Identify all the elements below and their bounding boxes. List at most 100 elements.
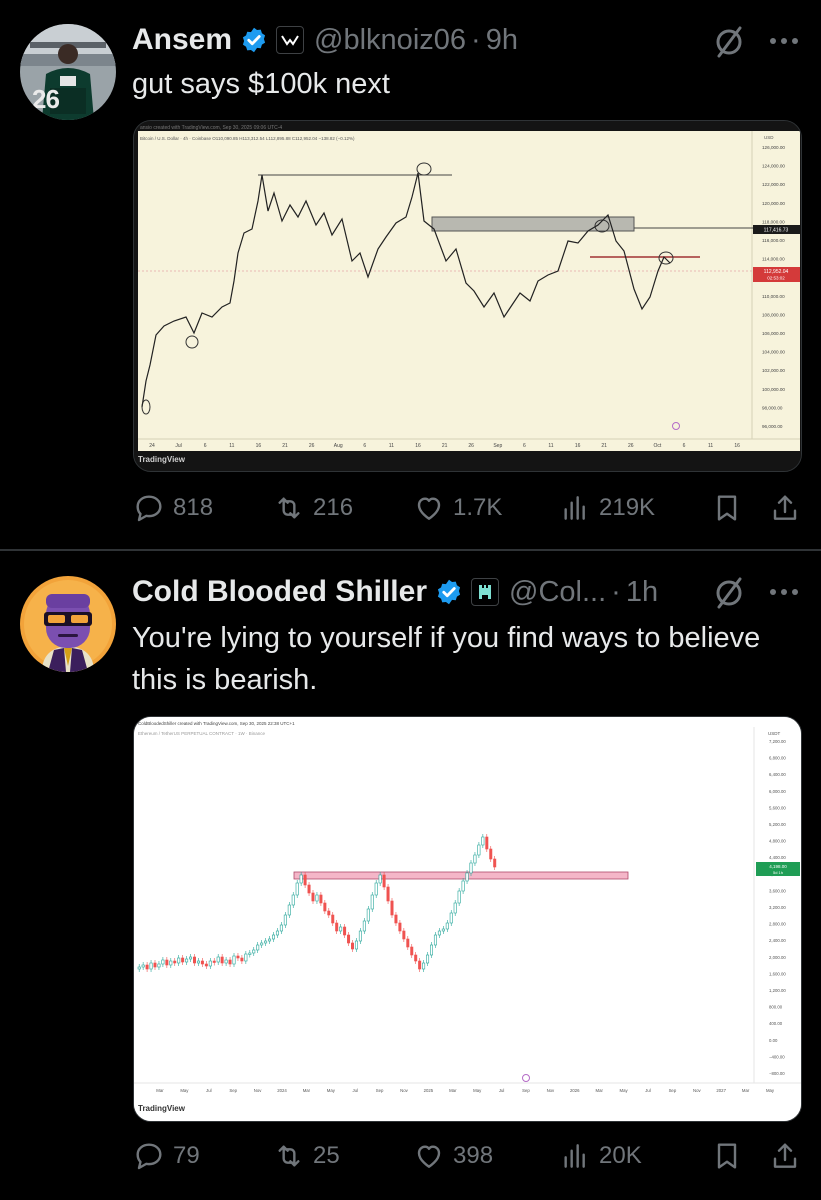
views-button[interactable]: 20K	[559, 1134, 642, 1178]
like-count: 1.7K	[453, 494, 503, 521]
price-tick-label: 104,000.00	[762, 350, 785, 355]
time-tick-label: 16	[575, 443, 581, 449]
author-name[interactable]: Cold Blooded Shiller	[132, 575, 427, 609]
author-name[interactable]: Ansem	[132, 23, 232, 57]
candle-body	[382, 874, 386, 888]
bookmark-button[interactable]	[711, 1134, 743, 1178]
author-handle[interactable]: @Col...	[509, 576, 606, 609]
price-tick-label: 800.00	[769, 1005, 783, 1010]
like-count: 398	[453, 1142, 494, 1169]
candle-body	[429, 944, 433, 956]
time-tick-label: May	[180, 1088, 189, 1093]
chart-image-eth[interactable]: ColdBloodedShiller created with TradingV…	[133, 716, 802, 1122]
retweet-button[interactable]: 25	[273, 1134, 340, 1178]
price-tag-current-countdown: 02:53:02	[767, 276, 785, 281]
heart-icon	[417, 1145, 441, 1168]
time-tick-label: 6	[363, 443, 366, 449]
price-tick-label: 5,600.00	[769, 805, 786, 810]
price-tick-label: 120,000.00	[762, 201, 785, 206]
avatar-ansem[interactable]: 26	[20, 24, 116, 120]
affiliate-badge[interactable]	[276, 26, 305, 54]
views-button[interactable]: 219K	[559, 486, 655, 530]
candle-body	[445, 922, 449, 930]
candle-body	[351, 942, 355, 950]
time-tick-label: Sep	[229, 1088, 237, 1093]
tweet-ansem[interactable]: 26 Ansem @blknoiz06 · 9h gut says $100k …	[0, 0, 821, 550]
avatar-cold-blooded-shiller[interactable]	[20, 576, 116, 672]
retweet-button[interactable]: 216	[273, 486, 353, 530]
retweet-arrows-icon	[278, 1145, 300, 1167]
time-tick-label: Oct	[654, 443, 662, 449]
price-tick-label: 2,400.00	[769, 938, 786, 943]
candle-body	[331, 914, 335, 924]
time-tick-label: Jul	[175, 443, 181, 449]
price-tick-label: 2,800.00	[769, 922, 786, 927]
like-button[interactable]: 1.7K	[413, 486, 502, 530]
candle-body	[287, 904, 291, 916]
post-time[interactable]: 9h	[486, 24, 518, 57]
share-button[interactable]	[769, 486, 801, 530]
tweet-text: You're lying to yourself if you find way…	[132, 622, 761, 696]
post-time[interactable]: 1h	[626, 576, 658, 609]
candle-body	[358, 930, 362, 942]
candle-body	[485, 836, 489, 850]
grok-icon[interactable]	[711, 573, 747, 613]
time-tick-label: Mar	[156, 1088, 164, 1093]
candle-body	[354, 940, 358, 950]
candle-body	[315, 894, 319, 902]
tweet-cold-blooded-shiller[interactable]: Cold Blooded Shiller @Col... · 1h You're…	[0, 551, 821, 1200]
time-tick-label: 11	[548, 443, 553, 449]
candle-body	[299, 874, 303, 884]
time-tick-label: Sep	[669, 1088, 677, 1093]
affiliate-badge[interactable]	[471, 578, 500, 606]
bookmark-button[interactable]	[711, 486, 743, 530]
share-button[interactable]	[769, 1134, 801, 1178]
time-tick-label: Jul	[352, 1088, 358, 1093]
grok-icon[interactable]	[711, 22, 747, 62]
candle-body	[157, 963, 161, 968]
price-tag-zone-label: 117,416.73	[764, 228, 789, 234]
time-tick-label: 2026	[570, 1088, 580, 1093]
candle-body	[493, 858, 497, 868]
price-tick-label: 3,600.00	[769, 888, 786, 893]
candle-body	[453, 902, 457, 914]
time-tick-label: 16	[415, 443, 421, 449]
author-handle[interactable]: @blknoiz06	[314, 24, 466, 57]
candle-body	[137, 966, 141, 970]
candle-body	[256, 944, 260, 951]
more-dots-icon[interactable]	[767, 585, 801, 599]
candle-body	[465, 872, 469, 882]
chart-image-btc[interactable]: ansio created with TradingView.com, Sep …	[133, 120, 802, 472]
price-tick-label: 6,000.00	[769, 789, 786, 794]
candle-body	[279, 924, 283, 932]
candle-body	[149, 962, 153, 970]
candle-body	[248, 952, 252, 955]
action-bar: 79 25 398 20K	[133, 1134, 801, 1178]
more-dots-icon[interactable]	[767, 34, 801, 48]
reply-button[interactable]: 818	[133, 486, 213, 530]
candle-body	[244, 953, 248, 962]
time-tick-label: Mar	[595, 1088, 603, 1093]
price-tick-label: 4,400.00	[769, 855, 786, 860]
candle-body	[232, 955, 236, 965]
candle-body	[461, 880, 465, 892]
price-tick-label: −800.00	[769, 1071, 785, 1076]
price-tag-current-label: 112,952.04	[764, 269, 789, 275]
time-tick-label: Sep	[493, 443, 502, 449]
avatar-jersey-number: 26	[32, 84, 60, 114]
chart-header-line1: ansio created with TradingView.com, Sep …	[140, 125, 282, 131]
reply-button[interactable]: 79	[133, 1134, 200, 1178]
reply-bubble-icon	[136, 495, 162, 522]
chart-header-line2: Ethereum / TetherUS PERPETUAL CONTRACT ·…	[138, 731, 265, 736]
candle-body	[212, 960, 216, 963]
price-tick-label: 114,000.00	[762, 257, 785, 262]
like-button[interactable]: 398	[413, 1134, 493, 1178]
price-tick-label: 2,000.00	[769, 955, 786, 960]
time-tick-label: 6	[204, 443, 207, 449]
time-tick-label: Aug	[334, 443, 343, 449]
bookmark-icon	[717, 1143, 737, 1169]
candle-body	[323, 902, 327, 912]
price-tick-label: 0.00	[769, 1038, 778, 1043]
candle-body	[224, 959, 228, 964]
candle-body	[228, 959, 232, 965]
